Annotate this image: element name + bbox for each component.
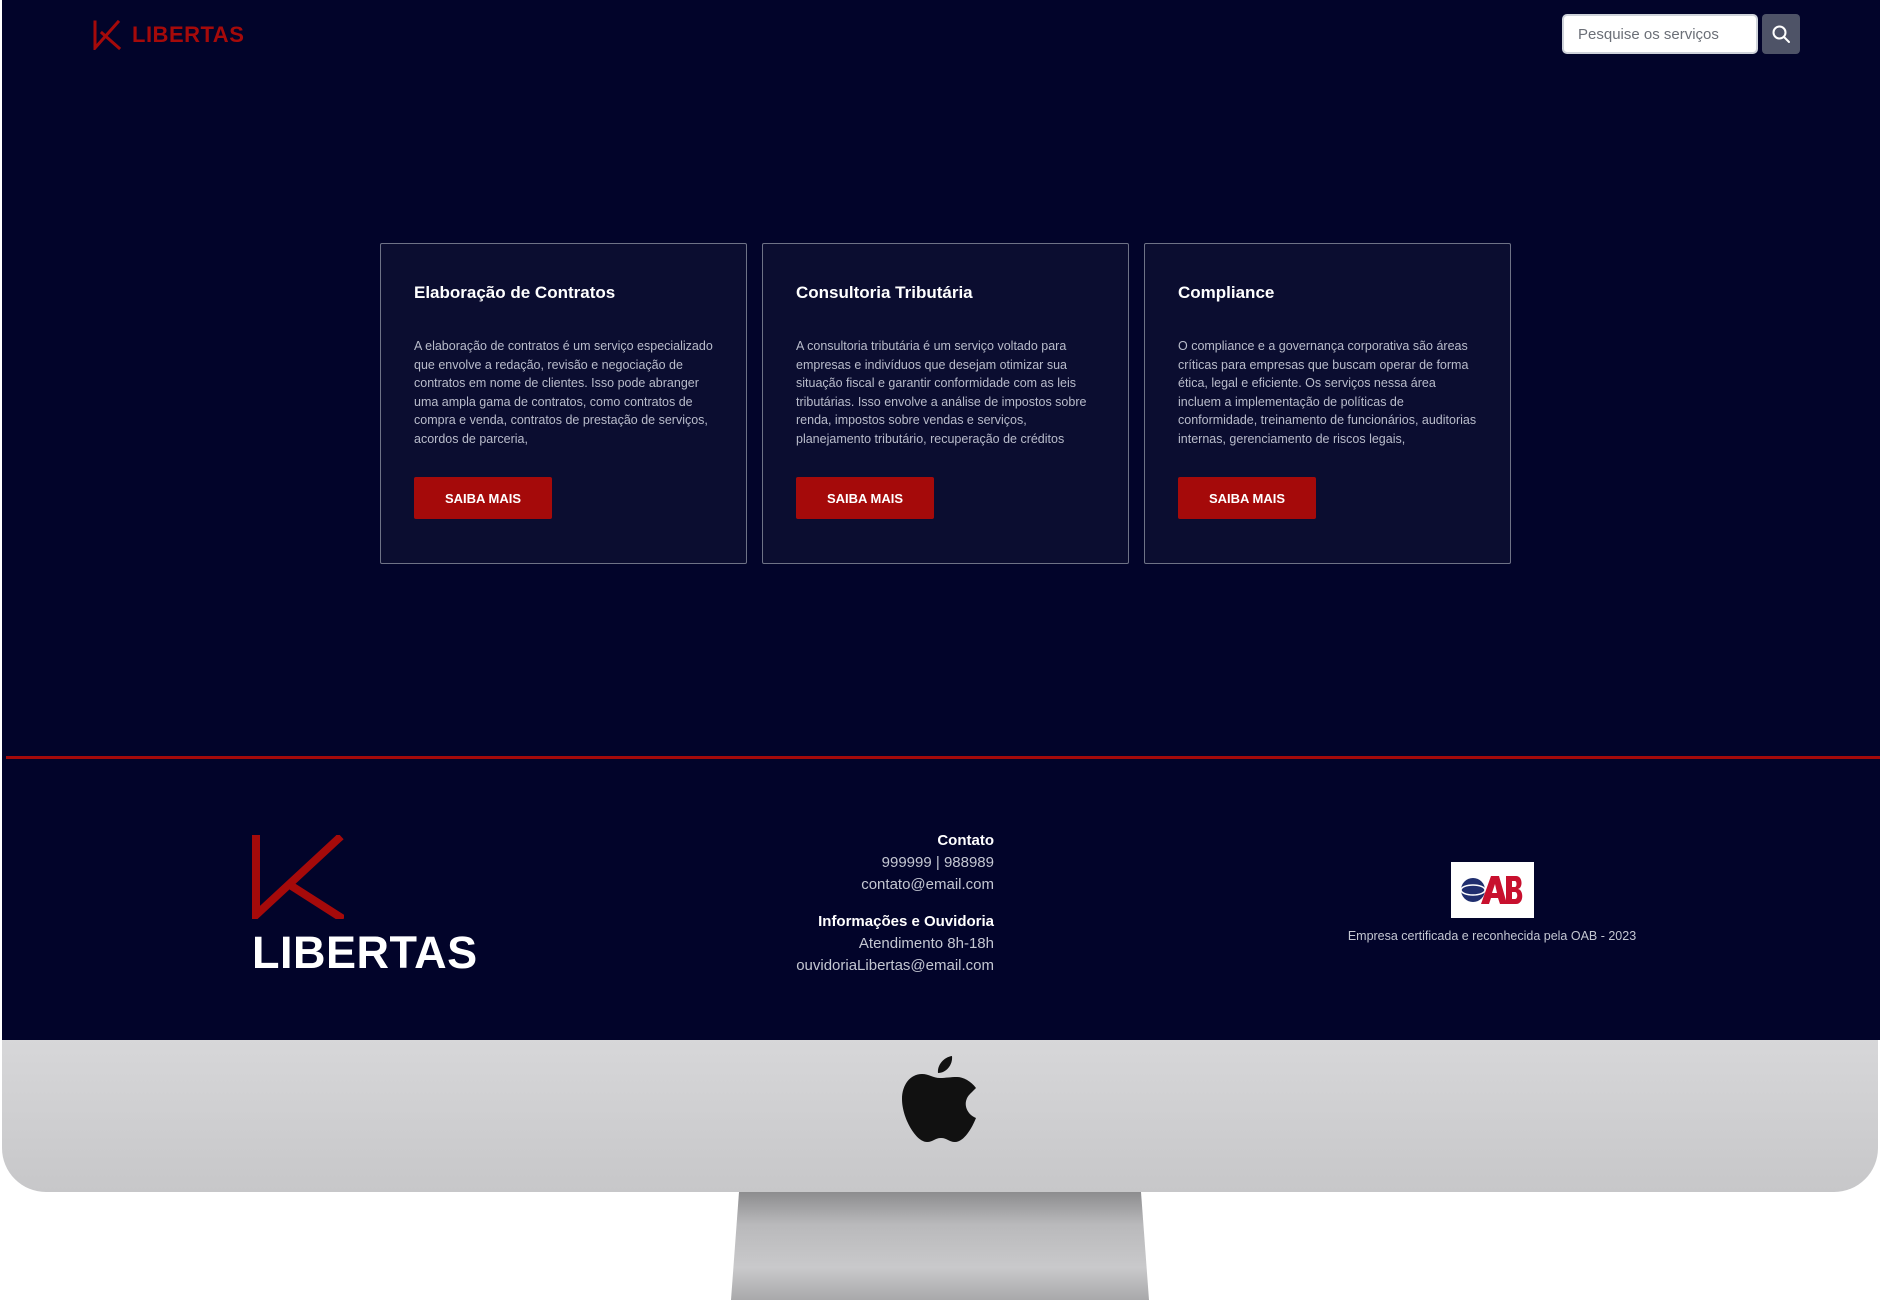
saiba-mais-button[interactable]: SAIBA MAIS xyxy=(414,477,552,519)
footer-brand-name: LIBERTAS xyxy=(252,927,478,978)
apple-logo-icon xyxy=(902,1056,976,1142)
oab-certification-text: Empresa certificada e reconhecida pela O… xyxy=(1347,929,1637,943)
service-card-title: Compliance xyxy=(1178,283,1275,302)
header-brand-name: LIBERTAS xyxy=(132,22,245,47)
service-card-description: A elaboração de contratos é um serviço e… xyxy=(414,339,713,446)
ombudsman-hours: Atendimento 8h-18h xyxy=(858,935,994,952)
monitor-stand xyxy=(731,1192,1149,1300)
footer-logo: LIBERTAS xyxy=(252,835,478,979)
saiba-mais-button[interactable]: SAIBA MAIS xyxy=(796,477,934,519)
ombudsman-email[interactable]: ouvidoriaLibertas@email.com xyxy=(702,955,994,977)
service-card-description: A consultoria tributária é um serviço vo… xyxy=(796,339,1087,446)
footer-divider xyxy=(6,756,1880,759)
screen: LIBERTAS Elaboração de Contratos A elabo… xyxy=(2,0,1880,1040)
oab-certification: Empresa certificada e reconhecida pela O… xyxy=(1322,862,1662,943)
monitor-frame: LIBERTAS Elaboração de Contratos A elabo… xyxy=(0,0,1880,1300)
ombudsman-heading: Informações e Ouvidoria xyxy=(818,913,994,930)
service-card-description: O compliance e a governança corporativa … xyxy=(1178,339,1477,446)
libertas-logo-icon xyxy=(252,835,344,919)
search-input[interactable] xyxy=(1562,14,1758,54)
oab-logo-icon xyxy=(1460,876,1523,904)
service-card-contracts: Elaboração de Contratos A elaboração de … xyxy=(380,243,747,564)
saiba-mais-button[interactable]: SAIBA MAIS xyxy=(1178,477,1316,519)
search-button[interactable] xyxy=(1762,14,1800,54)
footer-contact: Contato 999999 | 988989 contato@email.co… xyxy=(702,830,994,977)
header-logo[interactable]: LIBERTAS xyxy=(92,20,244,50)
service-card-title: Consultoria Tributária xyxy=(796,283,973,302)
contact-email[interactable]: contato@email.com xyxy=(702,874,994,896)
service-card-title: Elaboração de Contratos xyxy=(414,283,616,302)
contact-heading: Contato xyxy=(937,832,994,849)
libertas-logo-icon xyxy=(93,20,122,50)
search-bar xyxy=(1562,14,1800,54)
service-card-tax-consulting: Consultoria Tributária A consultoria tri… xyxy=(762,243,1129,564)
contact-phones: 999999 | 988989 xyxy=(881,854,994,871)
oab-logo xyxy=(1450,862,1534,918)
search-icon xyxy=(1772,25,1790,43)
service-cards: Elaboração de Contratos A elaboração de … xyxy=(380,243,1511,564)
service-card-compliance: Compliance O compliance e a governança c… xyxy=(1144,243,1511,564)
